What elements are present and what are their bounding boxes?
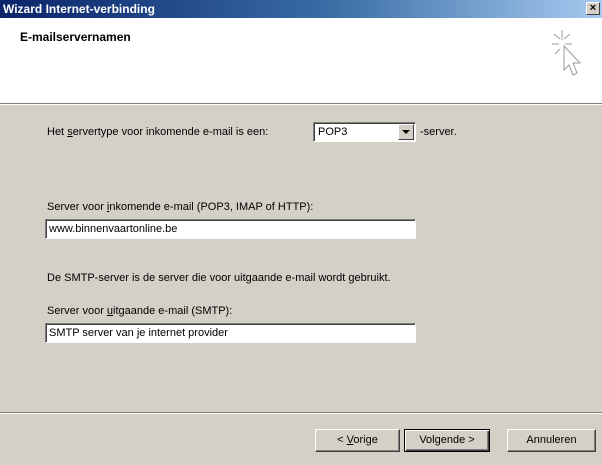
cancel-button[interactable]: Annuleren (507, 429, 596, 452)
close-button[interactable]: × (586, 2, 600, 15)
incoming-server-label: Server voor inkomende e-mail (POP3, IMAP… (47, 201, 314, 213)
incoming-server-input[interactable]: www.binnenvaartonline.be (45, 219, 416, 239)
server-type-suffix: -server. (420, 126, 457, 138)
wizard-cursor-sparkle-icon (552, 30, 582, 76)
header-panel: E-mailservernamen (0, 18, 602, 103)
outgoing-server-label: Server voor uitgaande e-mail (SMTP): (47, 305, 233, 317)
server-type-select[interactable]: POP3 (313, 122, 416, 142)
close-icon: × (589, 2, 597, 14)
smtp-info-text: De SMTP-server is de server die voor uit… (47, 272, 391, 284)
page-title: E-mailservernamen (20, 30, 131, 44)
next-button[interactable]: Volgende > (404, 429, 490, 452)
footer-divider-highlight (0, 413, 602, 414)
window-title: Wizard Internet-verbinding (3, 2, 155, 16)
outgoing-server-input[interactable]: SMTP server van je internet provider (45, 323, 416, 343)
server-type-label: Het servertype voor inkomende e-mail is … (47, 126, 269, 138)
back-button[interactable]: < Vorige (315, 429, 400, 452)
server-type-value: POP3 (318, 126, 348, 138)
title-bar[interactable]: Wizard Internet-verbinding × (0, 0, 602, 18)
chevron-down-icon (402, 130, 410, 134)
wizard-window: Wizard Internet-verbinding × E-mailserve… (0, 0, 602, 465)
header-divider-highlight (0, 104, 602, 105)
dropdown-button[interactable] (398, 124, 414, 140)
